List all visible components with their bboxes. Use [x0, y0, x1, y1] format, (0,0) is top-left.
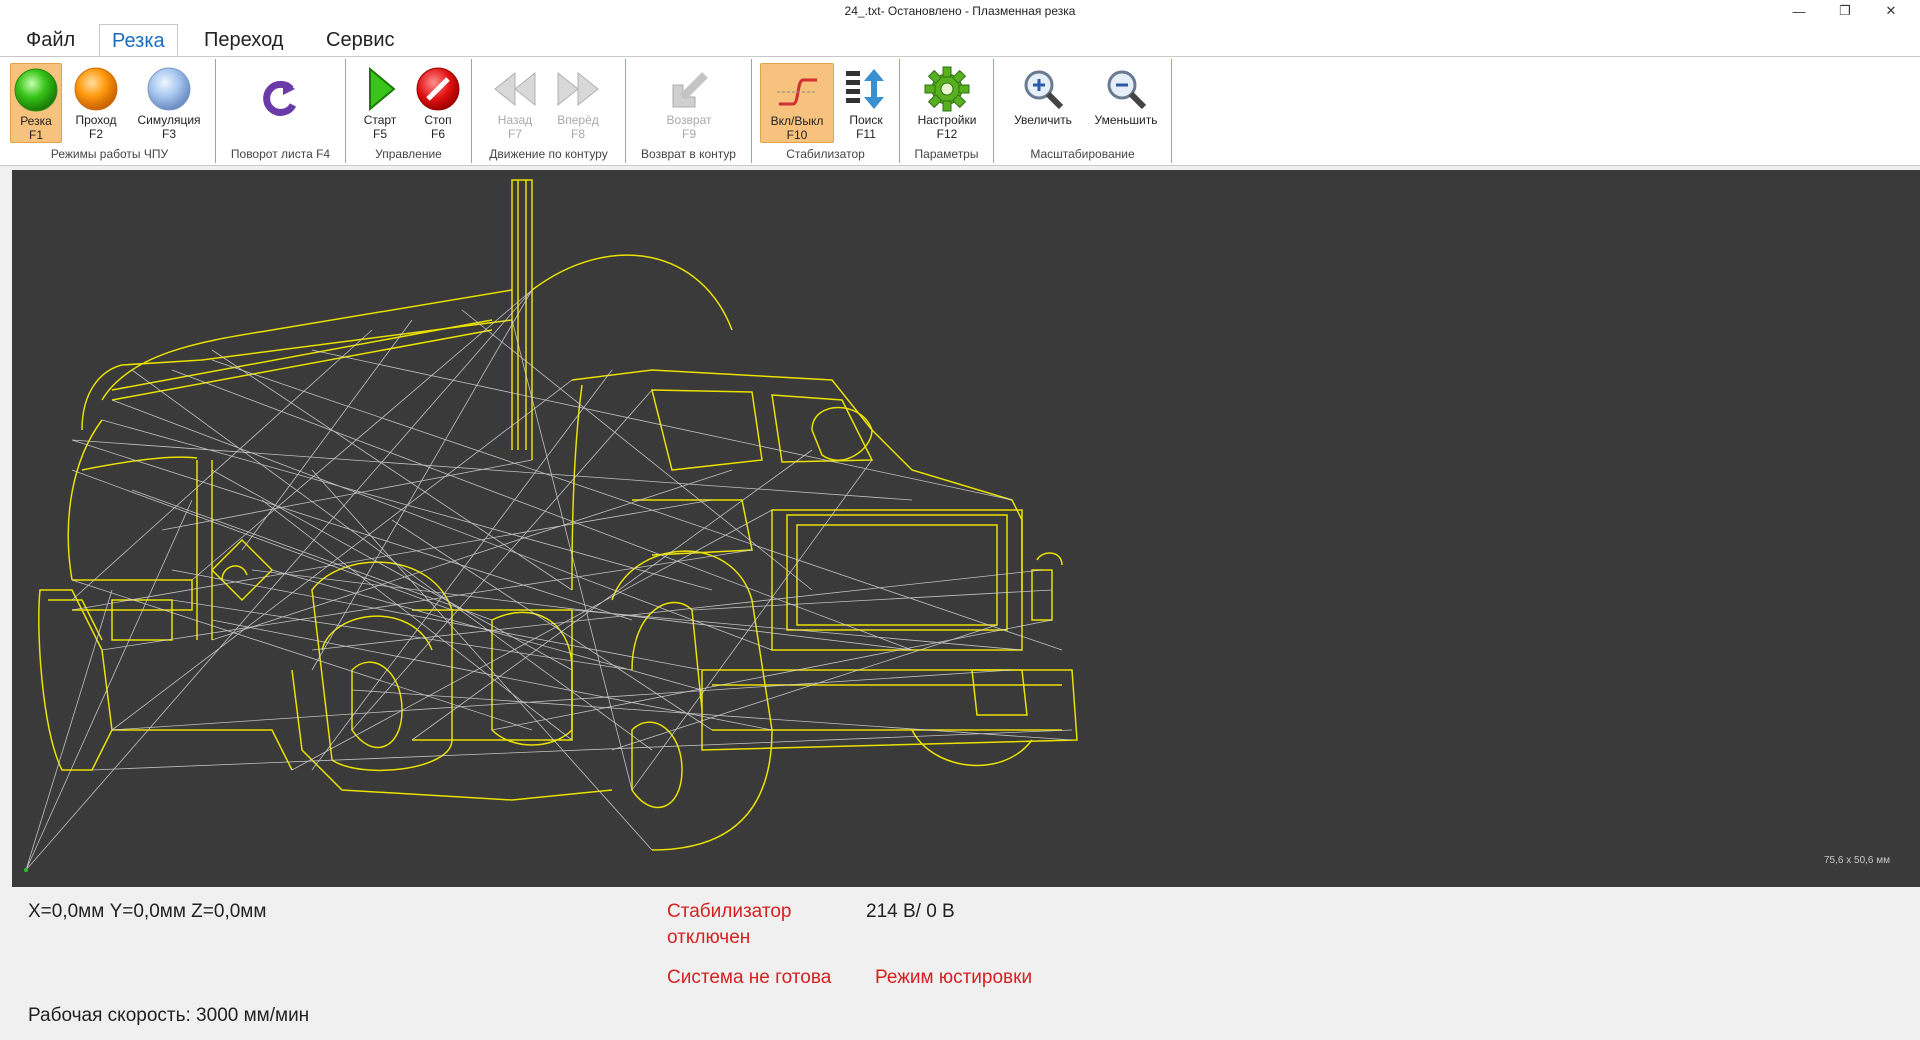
stabilizer-toggle-key: F10: [786, 128, 808, 142]
simulation-mode-key: F3: [161, 127, 176, 141]
group-label-contour: Движение по контуру: [489, 147, 608, 161]
group-label-scale: Масштабирование: [1030, 147, 1135, 161]
stop-label: Стоп: [424, 113, 452, 127]
zoom-in-icon: [1024, 70, 1064, 110]
group-return: Возврат F9 Возврат в контур: [626, 59, 752, 163]
zoom-out-button[interactable]: Уменьшить: [1086, 63, 1166, 143]
cutting-drawing: [24, 179, 1078, 872]
tab-service[interactable]: Сервис: [314, 24, 407, 56]
search-list-icon: [846, 69, 884, 109]
origin-marker: [24, 868, 28, 872]
settings-key: F12: [936, 127, 958, 141]
coordinates-readout: X=0,0мм Y=0,0мм Z=0,0мм: [28, 901, 267, 922]
forward-label: Вперёд: [557, 113, 599, 127]
system-not-ready: Система не готова: [667, 967, 832, 988]
group-control: Старт F5 Стоп F6 Управление: [346, 59, 472, 163]
group-stabilizer: Вкл/Выкл F10 Поиск F11 Стабилизатор: [752, 59, 900, 163]
return-arrow-icon: [672, 72, 708, 108]
forward-button[interactable]: Вперёд F8: [550, 63, 606, 143]
pass-mode-label: Проход: [75, 113, 117, 127]
return-key: F9: [681, 127, 696, 141]
group-cnc-modes: Резка F1 Проход F2 Симуляция F3 Режимы р…: [4, 59, 216, 163]
rotate-sheet-button[interactable]: [246, 63, 316, 143]
rotate-sheet-icon: [263, 80, 297, 116]
settings-label: Настройки: [917, 113, 977, 127]
zoom-out-icon: [1107, 70, 1147, 110]
cut-mode-button[interactable]: Резка F1: [10, 63, 62, 143]
tab-file[interactable]: Файл: [14, 24, 87, 56]
search-key: F11: [856, 127, 876, 141]
start-key: F5: [372, 127, 387, 141]
start-button[interactable]: Старт F5: [354, 63, 406, 143]
stop-button[interactable]: Стоп F6: [412, 63, 464, 143]
group-label-control: Управление: [375, 147, 442, 161]
restore-button[interactable]: ❐: [1822, 0, 1868, 22]
back-key: F7: [507, 127, 522, 141]
group-label-stabilizer: Стабилизатор: [786, 147, 865, 161]
status-panel: X=0,0мм Y=0,0мм Z=0,0мм Стабилизатор отк…: [0, 887, 1920, 1040]
window-title: 24_.txt- Остановлено - Плазменная резка: [844, 4, 1076, 18]
zoom-in-label: Увеличить: [1014, 113, 1072, 127]
group-rotate: Поворот листа F4: [216, 59, 346, 163]
zoom-in-button[interactable]: Увеличить: [1004, 63, 1082, 143]
close-button[interactable]: ✕: [1868, 0, 1914, 22]
forward-key: F8: [570, 127, 585, 141]
orange-circle-icon: [74, 67, 118, 111]
stop-key: F6: [430, 127, 445, 141]
rewind-icon: [494, 71, 536, 107]
stabilizer-toggle-label: Вкл/Выкл: [770, 114, 824, 128]
tab-transition[interactable]: Переход: [192, 24, 295, 56]
back-button[interactable]: Назад F7: [488, 63, 542, 143]
gear-icon: [924, 66, 970, 112]
group-scaling: Увеличить Уменьшить Масштабирование: [994, 59, 1172, 163]
ribbon-tabs: Файл Резка Переход Сервис: [0, 22, 1920, 56]
minimize-button[interactable]: —: [1776, 0, 1822, 22]
group-parameters: Настройки F12 Параметры: [900, 59, 994, 163]
back-label: Назад: [497, 113, 533, 127]
cutting-canvas[interactable]: 75,6 x 50,6 мм: [12, 170, 1920, 887]
ribbon-toolbar: Резка F1 Проход F2 Симуляция F3 Режимы р…: [0, 56, 1920, 166]
stop-icon: [416, 67, 460, 111]
title-bar: 24_.txt- Остановлено - Плазменная резка …: [0, 0, 1920, 22]
tab-cutting[interactable]: Резка: [99, 24, 178, 56]
pass-mode-button[interactable]: Проход F2: [68, 63, 124, 143]
return-label: Возврат: [666, 113, 712, 127]
start-label: Старт: [363, 113, 397, 127]
search-button[interactable]: Поиск F11: [840, 63, 892, 143]
pass-mode-key: F2: [88, 127, 103, 141]
group-label-return: Возврат в контур: [641, 147, 736, 161]
stabilizer-status-line2: отключен: [667, 927, 751, 948]
group-contour-motion: Назад F7 Вперёд F8 Движение по контуру: [472, 59, 626, 163]
fast-forward-icon: [557, 71, 599, 107]
simulation-mode-label: Симуляция: [137, 113, 201, 127]
cut-mode-label: Резка: [20, 114, 52, 128]
play-icon: [369, 66, 396, 112]
search-label: Поиск: [849, 113, 883, 127]
green-circle-icon: [14, 68, 58, 112]
group-label-modes: Режимы работы ЧПУ: [50, 147, 169, 161]
simulation-mode-button[interactable]: Симуляция F3: [130, 63, 208, 143]
return-button[interactable]: Возврат F9: [656, 63, 722, 143]
working-speed: Рабочая скорость: 3000 мм/мин: [28, 1005, 310, 1026]
drawing-dimensions: 75,6 x 50,6 мм: [1823, 855, 1890, 866]
settings-button[interactable]: Настройки F12: [908, 63, 986, 143]
voltage-readout: 214 В/ 0 В: [866, 901, 955, 922]
group-label-params: Параметры: [914, 147, 979, 161]
blue-circle-icon: [147, 67, 191, 111]
cut-mode-key: F1: [28, 128, 43, 142]
group-label-rotate: Поворот листа F4: [230, 147, 331, 161]
stabilizer-icon: [777, 78, 817, 106]
stabilizer-toggle-button[interactable]: Вкл/Выкл F10: [760, 63, 834, 143]
zoom-out-label: Уменьшить: [1094, 113, 1158, 127]
stabilizer-status-line1: Стабилизатор: [667, 901, 792, 922]
adjustment-mode: Режим юстировки: [875, 967, 1033, 988]
